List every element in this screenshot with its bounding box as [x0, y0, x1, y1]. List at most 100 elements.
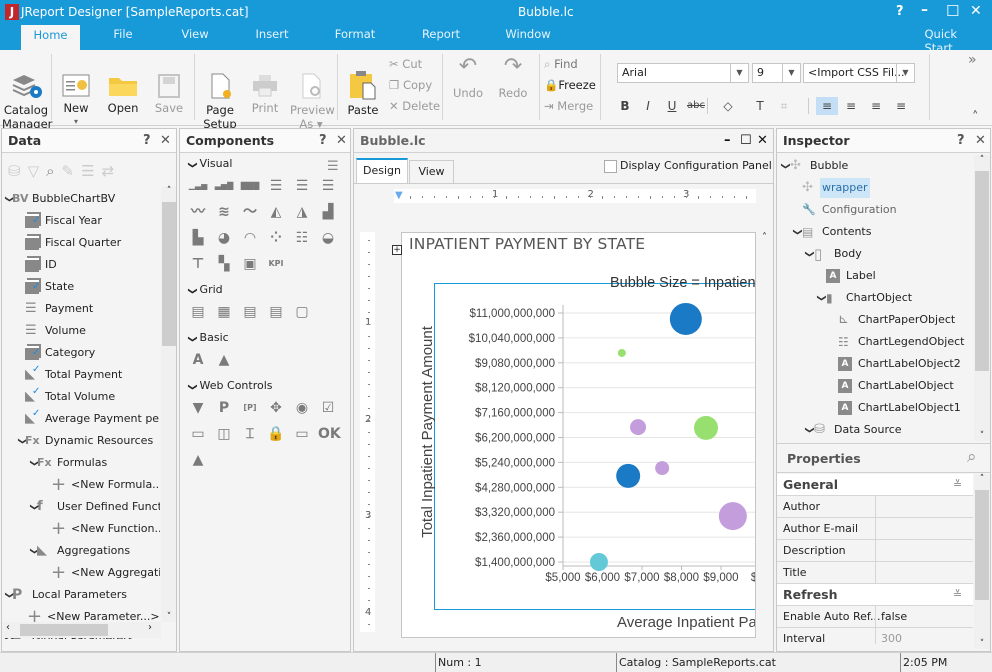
multi-line-icon[interactable]: ≋ [214, 203, 234, 221]
minimize-button[interactable]: – [921, 2, 928, 18]
inspector-tree-item[interactable]: ❯ ✣ Bubble [777, 156, 973, 176]
save-button[interactable]: Save [150, 60, 188, 129]
inspector-tree-item[interactable]: ❯ ▤ Contents [777, 222, 973, 242]
tab-report[interactable]: Report [422, 27, 460, 41]
italic-button[interactable]: I [637, 97, 659, 115]
data-scrollbar[interactable]: ˄ ˅ [161, 186, 176, 622]
checkbox-icon[interactable]: ☑ [318, 399, 338, 417]
horizontal-percent-icon[interactable]: ☰ [318, 177, 338, 195]
chevron-down-icon[interactable]: ▼ [896, 64, 914, 82]
y-axis-label[interactable]: Total Inpatient Payment Amount [419, 325, 436, 538]
text-area-icon[interactable]: ▭ [292, 425, 312, 443]
database-icon[interactable]: ⛁ [8, 162, 28, 180]
property-value[interactable]: false [881, 606, 907, 628]
maximize-button[interactable]: ☐ [946, 2, 959, 20]
inspector-tree-item[interactable]: ☷ ChartLegendObject [777, 332, 973, 352]
text-button[interactable]: T [749, 97, 771, 115]
filter-icon[interactable]: ▽ [28, 162, 47, 180]
close-button[interactable]: ✕ [970, 3, 982, 19]
tree-item[interactable]: ✓ Category [2, 343, 160, 363]
copy-button[interactable]: ❐ Copy [389, 78, 432, 92]
tree-item[interactable]: ID [2, 255, 160, 275]
scroll-up-icon[interactable]: ˄ [974, 474, 990, 484]
tree-icon[interactable]: ⊤ [188, 255, 208, 273]
tab-view[interactable]: View [181, 27, 208, 41]
collapse-ribbon-button[interactable]: ˄ [972, 110, 979, 125]
navigation-icon[interactable]: ✥ [266, 399, 286, 417]
justify-button[interactable]: ≡ [890, 97, 912, 115]
scroll-up-icon[interactable]: ˄ [161, 186, 176, 196]
font-family-select[interactable]: Arial ▼ [617, 63, 749, 83]
ruler-marker-icon[interactable]: ▼ [395, 190, 403, 201]
edit-icon[interactable]: ✎ [62, 162, 82, 180]
minimize-button[interactable]: – [724, 129, 731, 153]
inspector-tree-item[interactable]: ✣ wrapper [777, 178, 973, 198]
tab-insert[interactable]: Insert [256, 27, 289, 41]
expand-ribbon-button[interactable]: » [968, 52, 977, 68]
gauge-icon[interactable]: ◠ [240, 229, 260, 247]
tree-item[interactable]: ✓ Fiscal Year [2, 211, 160, 231]
swap-icon[interactable]: ⇄ [102, 162, 122, 180]
data-hscrollbar[interactable]: ‹ › [2, 622, 161, 638]
inspector-tree-item[interactable]: ❯ ⛁ Data Source [777, 420, 973, 440]
section-web-controls[interactable]: ❯ Web Controls [187, 379, 273, 392]
align-right-button[interactable]: ≡ [865, 97, 887, 115]
list-icon[interactable]: ☰ [81, 162, 101, 180]
stacked-bar-icon[interactable]: ▃▅▇ [214, 177, 234, 195]
tree-item[interactable]: + <New Formula...> [2, 475, 160, 495]
line-chart-icon[interactable]: 〰 [188, 203, 208, 221]
tree-item[interactable]: + <New Aggregation [2, 563, 160, 583]
bubble-chart-icon[interactable]: ⁘ [266, 229, 286, 247]
close-button[interactable]: ✕ [975, 129, 986, 153]
search-icon[interactable]: ⌕ [967, 447, 977, 467]
tree-item[interactable]: ❯ Fx Formulas [2, 453, 160, 473]
tab-home[interactable]: Home [21, 25, 80, 50]
horizontal-bar-icon[interactable]: ☰ [266, 177, 286, 195]
property-row[interactable]: Author [777, 496, 973, 518]
section-visual[interactable]: ❯ Visual [187, 157, 233, 170]
chevron-down-icon[interactable]: ▼ [730, 64, 748, 82]
inspector-tree-item[interactable]: ❯ ▯ Body [777, 244, 973, 264]
tree-item[interactable]: ❯fUser Defined Function [2, 497, 160, 517]
combo-chart-icon[interactable]: ▙ [188, 229, 208, 247]
tree-item[interactable]: ◣ ✓ Total Payment [2, 364, 160, 385]
x-axis-label[interactable]: Average Inpatient Pa [617, 614, 755, 631]
print-button[interactable]: Print [247, 60, 283, 129]
display-config-label[interactable]: Display Configuration Panel [620, 159, 772, 172]
delete-button[interactable]: ✕ Delete [389, 99, 440, 113]
tree-item[interactable]: ☰ Payment [2, 299, 160, 319]
label-icon[interactable]: A [188, 351, 208, 369]
maximize-button[interactable]: ☐ [740, 129, 752, 153]
dropdown-icon[interactable]: ▭ [188, 425, 208, 443]
percent-area-icon[interactable]: ▟ [318, 203, 338, 221]
inspector-tree-item[interactable]: ⊾ ChartPaperObject [777, 310, 973, 330]
bubble[interactable] [669, 302, 702, 335]
scroll-up-icon[interactable]: ˄ [756, 232, 773, 243]
align-left-button[interactable]: ≡ [816, 97, 838, 115]
tree-item[interactable]: ❯ P Local Parameters [2, 585, 160, 605]
tree-item[interactable]: ◣ ✓ Total Volume [2, 386, 160, 407]
bubble[interactable] [616, 463, 641, 488]
tab-view[interactable]: View [409, 160, 454, 184]
inspector-tree-item[interactable]: A Label [777, 266, 973, 286]
freeze-button[interactable]: 🔒Freeze [544, 78, 596, 92]
collapse-icon[interactable]: ≚ [953, 474, 962, 496]
css-select[interactable]: <Import CSS Fil... ▼ [803, 63, 915, 83]
inspector-tree-item[interactable]: 🔧 Configuration [777, 200, 973, 220]
geo-map-icon[interactable]: ▣ [240, 255, 260, 273]
tree-item[interactable]: ☰ Volume [2, 321, 160, 341]
help-button[interactable]: ? [957, 129, 965, 153]
parameter-icon[interactable]: P [214, 399, 234, 417]
align-center-button[interactable]: ≡ [840, 97, 862, 115]
text-field-icon[interactable]: ⌶ [240, 425, 260, 443]
list-icon[interactable]: ▤ [266, 303, 286, 321]
parameter-form-icon[interactable]: [P] [240, 399, 260, 417]
tree-item[interactable]: ❯ Fx Dynamic Resources [2, 431, 160, 451]
pie-chart-icon[interactable]: ◕ [214, 229, 234, 247]
tree-item[interactable]: ✓ State [2, 277, 160, 297]
scroll-down-icon[interactable]: ˅ [161, 612, 176, 622]
property-row[interactable]: Description [777, 540, 973, 562]
border-button[interactable]: ⌗ [773, 97, 795, 115]
paste-button[interactable]: Paste [343, 56, 383, 131]
undo-button[interactable]: ↶ Undo [450, 56, 486, 101]
